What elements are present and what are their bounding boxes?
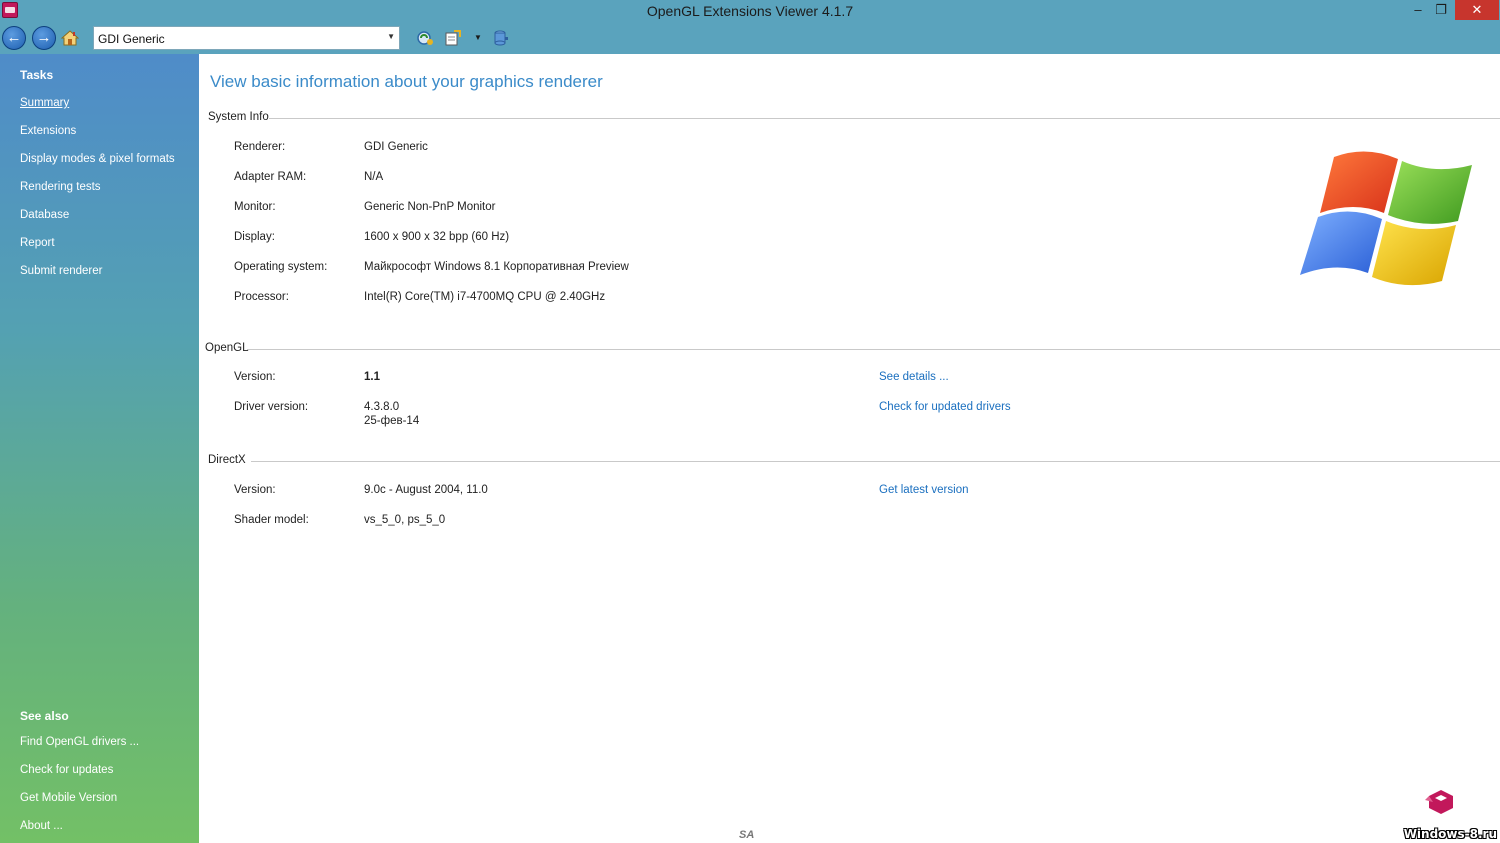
opengl-header: OpenGL xyxy=(199,342,1500,356)
opengl-header-label: OpenGL xyxy=(205,342,253,354)
driver-version-label: Driver version: xyxy=(234,401,309,413)
get-latest-version-link[interactable]: Get latest version xyxy=(879,484,968,496)
directx-header-label: DirectX xyxy=(208,454,250,466)
realtech-logo-icon xyxy=(1425,790,1453,814)
renderer-label: Renderer: xyxy=(234,141,286,153)
toolbar: ← → GDI Generic ▼ ▼ xyxy=(0,22,1500,54)
sidebar-item-report[interactable]: Report xyxy=(20,237,55,249)
renderer-select-value: GDI Generic xyxy=(98,32,165,46)
shader-model-label: Shader model: xyxy=(234,514,309,526)
page-title: View basic information about your graphi… xyxy=(210,72,603,91)
database-icon[interactable] xyxy=(492,29,510,47)
restore-button[interactable]: ❐ xyxy=(1428,0,1454,20)
driver-version-value: 4.3.8.0 xyxy=(364,401,400,413)
see-also-heading: See also xyxy=(20,709,69,723)
bottom-mark-logo: SA xyxy=(739,829,755,841)
windows-logo-icon xyxy=(1300,151,1472,286)
shader-model-value: vs_5_0, ps_5_0 xyxy=(364,514,446,526)
title-bar: OpenGL Extensions Viewer 4.1.7 ‒ ❐ ✕ xyxy=(0,0,1500,22)
refresh-icon[interactable] xyxy=(416,29,434,47)
os-label: Operating system: xyxy=(234,261,328,273)
sidebar-item-submit-renderer[interactable]: Submit renderer xyxy=(20,265,102,277)
system-info-header-label: System Info xyxy=(208,111,273,123)
close-button[interactable]: ✕ xyxy=(1455,0,1499,20)
check-drivers-link[interactable]: Check for updated drivers xyxy=(879,401,1011,413)
divider xyxy=(247,349,1500,350)
export-dropdown-icon[interactable]: ▼ xyxy=(474,33,482,42)
monitor-value: Generic Non-PnP Monitor xyxy=(364,201,496,213)
watermark: Windows-8.ru xyxy=(1403,827,1497,841)
window-title: OpenGL Extensions Viewer 4.1.7 xyxy=(646,3,854,19)
display-value: 1600 x 900 x 32 bpp (60 Hz) xyxy=(364,231,510,243)
os-value: Майкрософт Windows 8.1 Корпоративная Pre… xyxy=(364,261,629,273)
export-icon[interactable] xyxy=(444,29,462,47)
forward-button[interactable]: → xyxy=(32,26,56,50)
directx-version-value: 9.0c - August 2004, 11.0 xyxy=(364,484,488,496)
divider xyxy=(269,118,1500,119)
see-details-link[interactable]: See details ... xyxy=(879,371,949,383)
sidebar-item-display-modes[interactable]: Display modes & pixel formats xyxy=(20,153,175,165)
adapter-ram-value: N/A xyxy=(364,171,384,183)
opengl-version-label: Version: xyxy=(234,371,276,383)
display-label: Display: xyxy=(234,231,275,243)
directx-version-label: Version: xyxy=(234,484,276,496)
main-panel: View basic information about your graphi… xyxy=(199,54,1500,843)
sidebar-item-rendering-tests[interactable]: Rendering tests xyxy=(20,181,101,193)
sidebar-item-database[interactable]: Database xyxy=(20,209,69,221)
processor-label: Processor: xyxy=(234,291,289,303)
sidebar-item-check-updates[interactable]: Check for updates xyxy=(20,764,113,776)
home-icon[interactable] xyxy=(61,29,79,47)
chevron-down-icon[interactable]: ▼ xyxy=(387,32,395,41)
opengl-version-value: 1.1 xyxy=(364,371,380,383)
processor-value: Intel(R) Core(TM) i7-4700MQ CPU @ 2.40GH… xyxy=(364,291,606,303)
monitor-label: Monitor: xyxy=(234,201,276,213)
sidebar: Tasks Summary Extensions Display modes &… xyxy=(0,54,199,843)
back-button[interactable]: ← xyxy=(2,26,26,50)
sidebar-item-find-drivers[interactable]: Find OpenGL drivers ... xyxy=(20,736,139,748)
sidebar-item-summary[interactable]: Summary xyxy=(20,97,69,109)
system-info-header: System Info xyxy=(199,111,1500,125)
renderer-select[interactable]: GDI Generic ▼ xyxy=(93,26,400,50)
sidebar-item-extensions[interactable]: Extensions xyxy=(20,125,76,137)
sidebar-item-mobile-version[interactable]: Get Mobile Version xyxy=(20,792,117,804)
divider xyxy=(251,461,1500,462)
driver-date-value: 25-фев-14 xyxy=(364,415,420,427)
renderer-value: GDI Generic xyxy=(364,141,428,153)
sidebar-item-about[interactable]: About ... xyxy=(20,820,63,832)
directx-header: DirectX xyxy=(199,454,1500,468)
adapter-ram-label: Adapter RAM: xyxy=(234,171,307,183)
tasks-heading: Tasks xyxy=(20,68,54,82)
